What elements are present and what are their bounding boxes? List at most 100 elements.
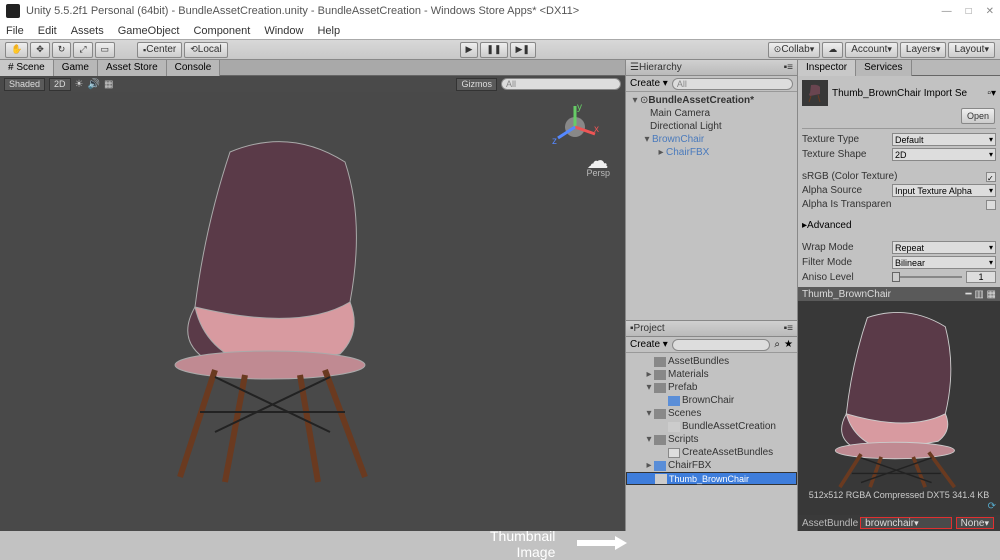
menubar: File Edit Assets GameObject Component Wi… bbox=[0, 22, 1000, 40]
main-toolbar: ✋ ✥ ↻ ⤢ ▭ ▪ Center ⟲ Local ▶ ❚❚ ▶❚ ⊙ Col… bbox=[0, 40, 1000, 60]
perspective-label: Persp bbox=[586, 154, 610, 178]
hierarchy-item-camera[interactable]: Main Camera bbox=[626, 107, 797, 120]
hierarchy-create-dropdown[interactable]: Create ▾ bbox=[630, 78, 668, 89]
favorite-icon[interactable]: ★ bbox=[784, 339, 793, 350]
unity-logo-icon bbox=[6, 4, 20, 18]
move-tool-button[interactable]: ✥ bbox=[30, 42, 50, 58]
panel-menu-icon[interactable]: ▪≡ bbox=[784, 62, 793, 73]
menu-gameobject[interactable]: GameObject bbox=[118, 25, 180, 37]
play-button[interactable]: ▶ bbox=[460, 42, 479, 58]
filter-icon[interactable]: ⌕ bbox=[774, 339, 780, 350]
project-item-assetbundles[interactable]: AssetBundles bbox=[626, 355, 797, 368]
project-item-brownchair[interactable]: BrownChair bbox=[626, 394, 797, 407]
svg-text:x: x bbox=[594, 124, 599, 135]
pivot-local-button[interactable]: ⟲ Local bbox=[184, 42, 227, 58]
tab-scene[interactable]: # Scene bbox=[0, 60, 54, 76]
tab-inspector[interactable]: Inspector bbox=[798, 60, 856, 76]
preview-chair bbox=[817, 303, 982, 488]
project-header[interactable]: ▪ Project ▪≡ bbox=[626, 321, 797, 337]
project-item-bundleassetcreation[interactable]: BundleAssetCreation bbox=[626, 420, 797, 433]
menu-component[interactable]: Component bbox=[193, 25, 250, 37]
bundle-name-dropdown[interactable]: brownchair ▾ bbox=[860, 517, 951, 529]
hierarchy-item-brownchair[interactable]: ▾BrownChair bbox=[626, 133, 797, 146]
hierarchy-scene[interactable]: ▾⊙ BundleAssetCreation* bbox=[626, 94, 797, 107]
bundle-variant-dropdown[interactable]: None ▾ bbox=[956, 517, 994, 529]
texture-preview[interactable] bbox=[798, 301, 1000, 489]
advanced-foldout[interactable]: ▸ Advanced bbox=[802, 220, 996, 231]
project-item-thumb_brownchair[interactable]: Thumb_BrownChair bbox=[626, 472, 797, 485]
scale-tool-button[interactable]: ⤢ bbox=[73, 42, 92, 58]
project-item-createassetbundles[interactable]: CreateAssetBundles bbox=[626, 446, 797, 459]
alpha-transparent-checkbox[interactable] bbox=[986, 200, 996, 210]
preview-tools-icon[interactable]: ━ ▥ ▦ bbox=[966, 289, 996, 300]
aniso-value[interactable]: 1 bbox=[966, 271, 996, 283]
project-item-scripts[interactable]: ▾Scripts bbox=[626, 433, 797, 446]
pause-button[interactable]: ❚❚ bbox=[480, 42, 507, 58]
static-icon[interactable]: ▫▾ bbox=[987, 88, 996, 99]
open-button[interactable]: Open bbox=[961, 108, 995, 124]
svg-text:y: y bbox=[577, 102, 582, 113]
shading-mode-dropdown[interactable]: Shaded bbox=[4, 78, 45, 91]
window-title: Unity 5.5.2f1 Personal (64bit) - BundleA… bbox=[26, 5, 942, 17]
tab-services[interactable]: Services bbox=[856, 60, 911, 76]
scene-search[interactable]: All bbox=[501, 78, 621, 90]
hierarchy-header[interactable]: ☰ Hierarchy ▪≡ bbox=[626, 60, 797, 76]
preview-info: 512x512 RGBA Compressed DXT5 341.4 KB bbox=[798, 489, 1000, 501]
chair-mesh bbox=[150, 132, 410, 492]
gizmos-dropdown[interactable]: Gizmos bbox=[456, 78, 497, 91]
layout-button[interactable]: Layout ▾ bbox=[948, 42, 995, 58]
scene-viewport[interactable]: y x z Persp Thumbnail Image bbox=[0, 92, 625, 531]
asset-bundle-bar: AssetBundle brownchair ▾ None ▾ bbox=[798, 515, 1000, 531]
rect-tool-button[interactable]: ▭ bbox=[95, 42, 116, 58]
hand-tool-button[interactable]: ✋ bbox=[5, 42, 28, 58]
hierarchy-item-chairfbx[interactable]: ▸ChairFBX bbox=[626, 146, 797, 159]
rotate-tool-button[interactable]: ↻ bbox=[52, 42, 72, 58]
alpha-source-dropdown[interactable]: Input Texture Alpha bbox=[892, 184, 996, 197]
annotation-label: Thumbnail Image bbox=[490, 528, 555, 560]
menu-file[interactable]: File bbox=[6, 25, 24, 37]
project-tree: AssetBundles▸Materials▾PrefabBrownChair▾… bbox=[626, 353, 797, 487]
menu-window[interactable]: Window bbox=[264, 25, 303, 37]
menu-assets[interactable]: Assets bbox=[71, 25, 104, 37]
minimize-icon[interactable]: — bbox=[942, 6, 952, 17]
mode-2d-toggle[interactable]: 2D bbox=[49, 78, 71, 91]
tab-console[interactable]: Console bbox=[167, 60, 221, 76]
maximize-icon[interactable]: □ bbox=[966, 6, 972, 17]
project-item-materials[interactable]: ▸Materials bbox=[626, 368, 797, 381]
orientation-gizmo[interactable]: y x z bbox=[550, 102, 600, 152]
aniso-slider[interactable] bbox=[892, 276, 962, 278]
panel-menu-icon[interactable]: ▪≡ bbox=[784, 323, 793, 334]
texture-type-dropdown[interactable]: Default bbox=[892, 133, 996, 146]
texture-shape-dropdown[interactable]: 2D bbox=[892, 148, 996, 161]
sync-icon[interactable]: ⟳ bbox=[988, 501, 996, 512]
project-search[interactable] bbox=[672, 339, 771, 351]
tab-asset-store[interactable]: Asset Store bbox=[98, 60, 167, 76]
project-item-prefab[interactable]: ▾Prefab bbox=[626, 381, 797, 394]
asset-thumbnail-icon bbox=[802, 80, 828, 106]
filter-mode-dropdown[interactable]: Bilinear bbox=[892, 256, 996, 269]
layers-button[interactable]: Layers ▾ bbox=[900, 42, 947, 58]
step-button[interactable]: ▶❚ bbox=[510, 42, 536, 58]
scene-tabs: # Scene Game Asset Store Console bbox=[0, 60, 625, 76]
project-create-dropdown[interactable]: Create ▾ bbox=[630, 339, 668, 350]
pivot-center-button[interactable]: ▪ Center bbox=[137, 42, 182, 58]
srgb-checkbox[interactable] bbox=[986, 172, 996, 182]
project-item-scenes[interactable]: ▾Scenes bbox=[626, 407, 797, 420]
close-icon[interactable]: ✕ bbox=[986, 6, 994, 17]
tab-game[interactable]: Game bbox=[54, 60, 98, 76]
preview-header[interactable]: Thumb_BrownChair ━ ▥ ▦ bbox=[798, 287, 1000, 301]
fx-icon[interactable]: ▦ bbox=[104, 79, 113, 90]
hierarchy-item-light[interactable]: Directional Light bbox=[626, 120, 797, 133]
light-icon[interactable]: ☀ bbox=[75, 79, 84, 90]
cloud-button[interactable]: ☁ bbox=[822, 42, 843, 58]
svg-text:z: z bbox=[552, 136, 557, 147]
titlebar: Unity 5.5.2f1 Personal (64bit) - BundleA… bbox=[0, 0, 1000, 22]
menu-help[interactable]: Help bbox=[317, 25, 340, 37]
collab-button[interactable]: ⊙ Collab ▾ bbox=[768, 42, 820, 58]
hierarchy-search[interactable]: All bbox=[672, 78, 793, 90]
audio-icon[interactable]: 🔊 bbox=[88, 79, 100, 90]
account-button[interactable]: Account ▾ bbox=[845, 42, 898, 58]
wrap-mode-dropdown[interactable]: Repeat bbox=[892, 241, 996, 254]
menu-edit[interactable]: Edit bbox=[38, 25, 57, 37]
project-item-chairfbx[interactable]: ▸ChairFBX bbox=[626, 459, 797, 472]
